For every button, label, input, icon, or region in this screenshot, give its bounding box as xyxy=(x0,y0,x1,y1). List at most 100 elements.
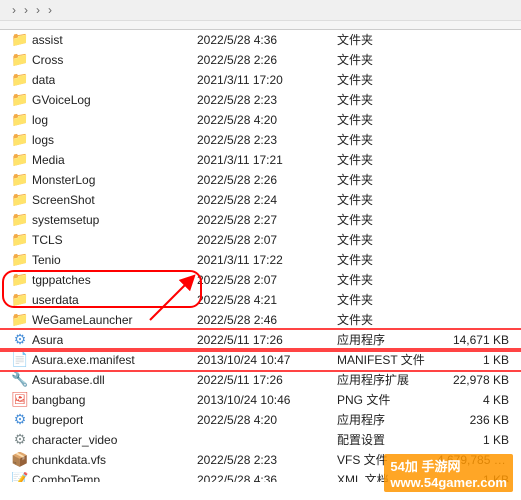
file-name-label: GVoiceLog xyxy=(32,93,91,107)
table-row[interactable]: ⚙ character_video 配置设置 1 KB xyxy=(0,430,521,450)
file-date: 2013/10/24 10:47 xyxy=(193,353,333,367)
col-type[interactable] xyxy=(333,23,433,27)
file-type: 应用程序 xyxy=(333,331,433,348)
file-type: 文件夹 xyxy=(333,231,433,248)
table-row[interactable]: ⚙ bugreport 2022/5/28 4:20 应用程序 236 KB xyxy=(0,410,521,430)
table-row[interactable]: 📝 ComboTemp 2022/5/28 4:36 XML 文档 1 KB xyxy=(0,470,521,482)
file-size: 4 KB xyxy=(433,393,513,407)
file-name-label: tgppatches xyxy=(32,273,91,287)
file-date: 2022/5/11 17:26 xyxy=(193,373,333,387)
file-date: 2022/5/28 4:21 xyxy=(193,293,333,307)
sep1: › xyxy=(12,3,16,17)
table-row[interactable]: 📁 Media 2021/3/11 17:21 文件夹 xyxy=(0,150,521,170)
table-row[interactable]: 📁 ScreenShot 2022/5/28 2:24 文件夹 xyxy=(0,190,521,210)
file-size: 14,671 KB xyxy=(433,333,513,347)
table-row[interactable]: 📁 assist 2022/5/28 4:36 文件夹 xyxy=(0,30,521,50)
file-size: 1 KB xyxy=(433,433,513,447)
col-size[interactable] xyxy=(433,23,513,27)
file-date: 2022/5/28 2:46 xyxy=(193,313,333,327)
file-size: 4,679,785 KB xyxy=(433,453,513,467)
file-size: 1 KB xyxy=(433,473,513,483)
file-type: MANIFEST 文件 xyxy=(333,351,433,368)
file-name-label: WeGameLauncher xyxy=(32,313,133,327)
table-row[interactable]: 📄 Asura.exe.manifest 2013/10/24 10:47 MA… xyxy=(0,350,521,370)
table-row[interactable]: 📁 data 2021/3/11 17:20 文件夹 xyxy=(0,70,521,90)
file-size: 236 KB xyxy=(433,413,513,427)
folder-icon: 📁 xyxy=(12,252,28,268)
file-date: 2022/5/28 4:20 xyxy=(193,413,333,427)
file-name-label: MonsterLog xyxy=(32,173,95,187)
table-row[interactable]: 📁 userdata 2022/5/28 4:21 文件夹 xyxy=(0,290,521,310)
file-date: 2021/3/11 17:21 xyxy=(193,153,333,167)
folder-icon: 📁 xyxy=(12,212,28,228)
file-type: 文件夹 xyxy=(333,251,433,268)
file-type: 文件夹 xyxy=(333,211,433,228)
folder-icon: 📁 xyxy=(12,132,28,148)
table-row[interactable]: 📁 Tenio 2021/3/11 17:22 文件夹 xyxy=(0,250,521,270)
table-row[interactable]: 🖼 bangbang 2013/10/24 10:46 PNG 文件 4 KB xyxy=(0,390,521,410)
col-date[interactable] xyxy=(193,23,333,27)
file-type: 文件夹 xyxy=(333,271,433,288)
file-name-label: ComboTemp xyxy=(32,473,100,483)
table-row[interactable]: 📁 logs 2022/5/28 2:23 文件夹 xyxy=(0,130,521,150)
file-date: 2022/5/28 4:36 xyxy=(193,473,333,483)
folder-icon: 📁 xyxy=(12,52,28,68)
file-date: 2021/3/11 17:22 xyxy=(193,253,333,267)
file-name-label: character_video xyxy=(32,433,117,447)
folder-icon: 📁 xyxy=(12,232,28,248)
file-type: 配置设置 xyxy=(333,431,433,448)
table-row[interactable]: 📁 tgppatches 2022/5/28 2:07 文件夹 xyxy=(0,270,521,290)
file-date: 2022/5/28 2:07 xyxy=(193,273,333,287)
file-type: 文件夹 xyxy=(333,291,433,308)
table-row[interactable]: ⚙ Asura 2022/5/11 17:26 应用程序 14,671 KB xyxy=(0,330,521,350)
file-type: 文件夹 xyxy=(333,191,433,208)
file-type: 文件夹 xyxy=(333,71,433,88)
file-name-label: logs xyxy=(32,133,54,147)
file-date: 2022/5/28 2:23 xyxy=(193,93,333,107)
table-row[interactable]: 📁 TCLS 2022/5/28 2:07 文件夹 xyxy=(0,230,521,250)
dll-icon: 🔧 xyxy=(12,372,28,388)
file-type: XML 文档 xyxy=(333,471,433,482)
folder-icon: 📁 xyxy=(12,312,28,328)
vfs-icon: 📦 xyxy=(12,452,28,468)
img-icon: 🖼 xyxy=(12,392,28,408)
sep4: › xyxy=(48,3,52,17)
folder-icon: 📁 xyxy=(12,192,28,208)
file-name-label: TCLS xyxy=(32,233,63,247)
table-row[interactable]: 📁 WeGameLauncher 2022/5/28 2:46 文件夹 xyxy=(0,310,521,330)
table-row[interactable]: 📦 chunkdata.vfs 2022/5/28 2:23 VFS 文件 4,… xyxy=(0,450,521,470)
folder-icon: 📁 xyxy=(12,32,28,48)
file-name-label: userdata xyxy=(32,293,79,307)
col-name[interactable] xyxy=(8,23,193,27)
file-list: 📁 assist 2022/5/28 4:36 文件夹 📁 Cross 2022… xyxy=(0,30,521,482)
folder-icon: 📁 xyxy=(12,292,28,308)
file-type: 文件夹 xyxy=(333,51,433,68)
file-date: 2022/5/28 2:07 xyxy=(193,233,333,247)
file-date: 2021/3/11 17:20 xyxy=(193,73,333,87)
file-date: 2022/5/28 2:23 xyxy=(193,453,333,467)
file-name-label: Asura.exe.manifest xyxy=(32,353,135,367)
file-name-label: assist xyxy=(32,33,63,47)
folder-icon: 📁 xyxy=(12,272,28,288)
manifest-icon: 📄 xyxy=(12,352,28,368)
file-date: 2013/10/24 10:46 xyxy=(193,393,333,407)
table-row[interactable]: 📁 systemsetup 2022/5/28 2:27 文件夹 xyxy=(0,210,521,230)
table-row[interactable]: 📁 GVoiceLog 2022/5/28 2:23 文件夹 xyxy=(0,90,521,110)
table-row[interactable]: 📁 log 2022/5/28 4:20 文件夹 xyxy=(0,110,521,130)
breadcrumb-bar: › › › › xyxy=(0,0,521,21)
folder-icon: 📁 xyxy=(12,112,28,128)
exe-icon: ⚙ xyxy=(12,412,28,428)
file-name-label: Asura xyxy=(32,333,63,347)
config-icon: ⚙ xyxy=(12,432,28,448)
table-row[interactable]: 📁 Cross 2022/5/28 2:26 文件夹 xyxy=(0,50,521,70)
file-type: VFS 文件 xyxy=(333,451,433,468)
file-date: 2022/5/28 2:26 xyxy=(193,173,333,187)
folder-icon: 📁 xyxy=(12,72,28,88)
exe-icon: ⚙ xyxy=(12,332,28,348)
table-row[interactable]: 🔧 Asurabase.dll 2022/5/11 17:26 应用程序扩展 2… xyxy=(0,370,521,390)
file-type: 文件夹 xyxy=(333,111,433,128)
file-date: 2022/5/28 4:20 xyxy=(193,113,333,127)
table-row[interactable]: 📁 MonsterLog 2022/5/28 2:26 文件夹 xyxy=(0,170,521,190)
table-header xyxy=(0,21,521,30)
folder-icon: 📁 xyxy=(12,152,28,168)
